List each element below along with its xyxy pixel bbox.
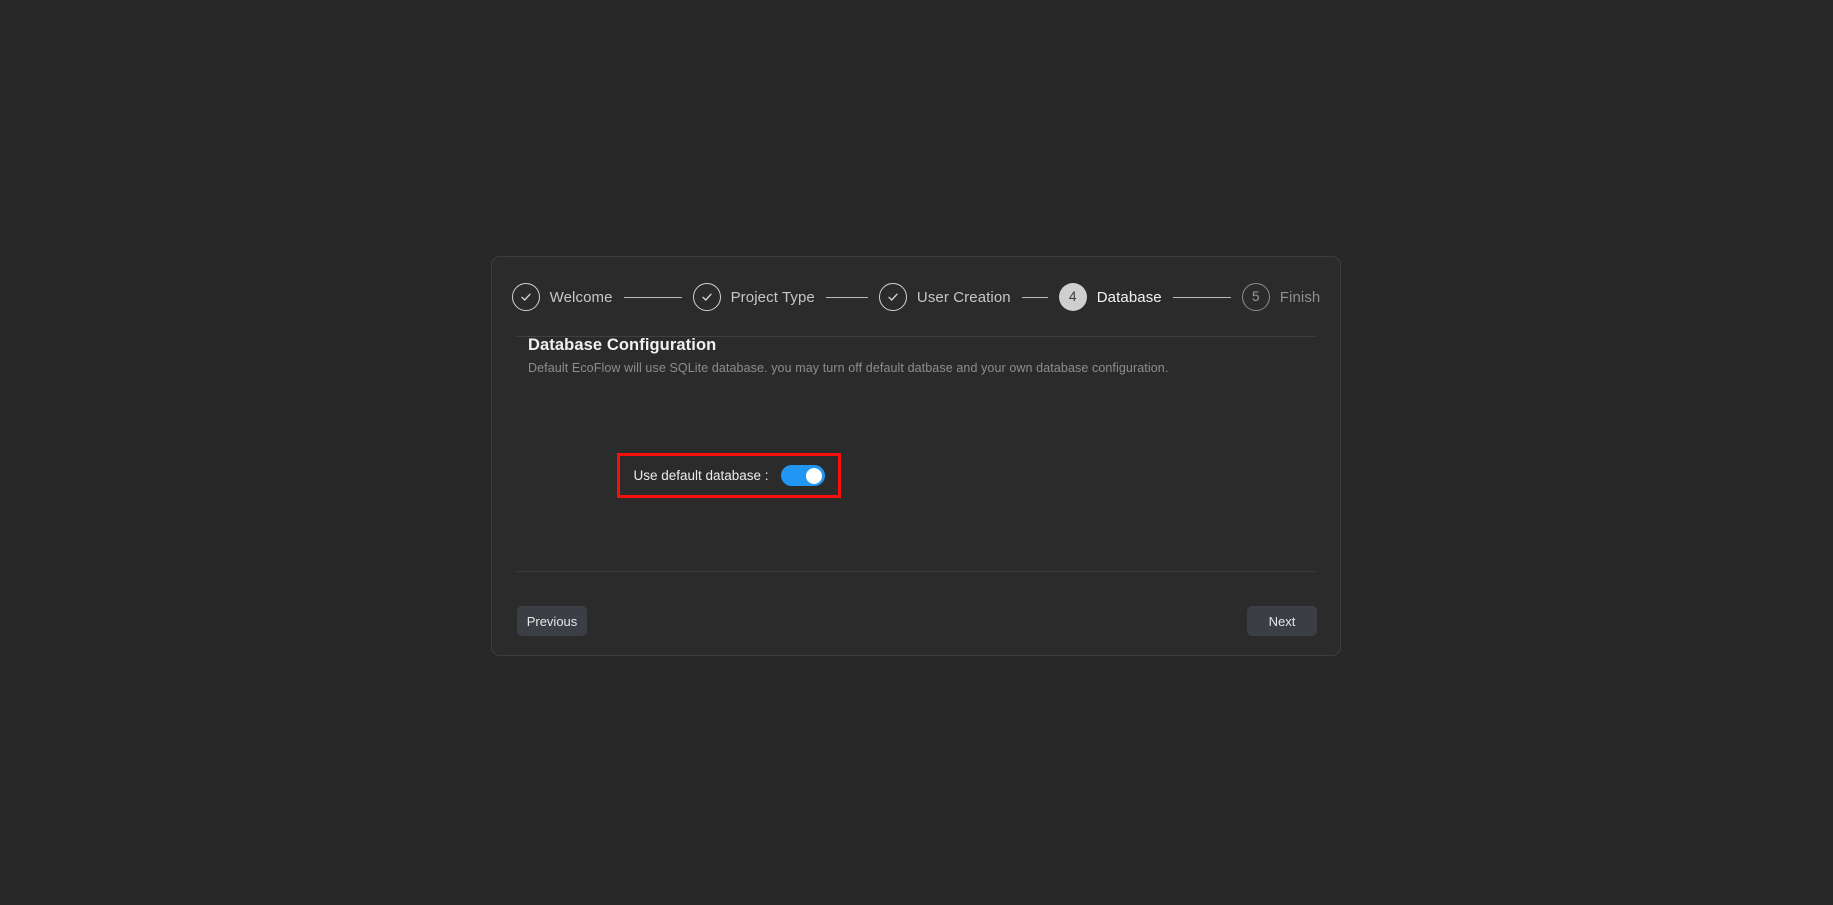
check-icon	[519, 290, 533, 304]
step-finish[interactable]: 5 Finish	[1241, 283, 1321, 311]
step-welcome-marker	[511, 283, 540, 311]
step-project-type-marker	[692, 283, 721, 311]
page-title: Database Configuration	[528, 336, 717, 354]
step-database-marker: 4	[1058, 283, 1087, 311]
previous-button[interactable]: Previous	[517, 606, 587, 636]
page-description: Default EcoFlow will use SQLite database…	[528, 361, 1169, 375]
step-connector-1	[623, 296, 682, 298]
setup-wizard-card: Welcome Project Type User Creation 4 Dat…	[491, 256, 1341, 656]
step-connector-3	[1021, 296, 1048, 298]
wizard-stepper: Welcome Project Type User Creation 4 Dat…	[492, 257, 1340, 337]
step-database-label: Database	[1096, 288, 1162, 306]
step-finish-label: Finish	[1279, 288, 1321, 306]
check-icon	[886, 290, 900, 304]
footer-divider	[517, 571, 1315, 572]
step-welcome[interactable]: Welcome	[511, 283, 613, 311]
step-user-creation[interactable]: User Creation	[878, 283, 1011, 311]
step-database[interactable]: 4 Database	[1058, 283, 1162, 311]
check-icon	[700, 290, 714, 304]
step-finish-marker: 5	[1241, 283, 1270, 311]
next-button[interactable]: Next	[1247, 606, 1317, 636]
step-user-creation-label: User Creation	[916, 288, 1011, 306]
step-database-number: 4	[1068, 289, 1077, 305]
step-connector-2	[825, 296, 868, 298]
step-user-creation-marker	[878, 283, 907, 311]
step-welcome-label: Welcome	[549, 288, 613, 306]
step-finish-number: 5	[1251, 289, 1260, 305]
step-project-type[interactable]: Project Type	[692, 283, 815, 311]
step-project-type-label: Project Type	[730, 288, 815, 306]
step-connector-4	[1172, 296, 1231, 298]
app-root: Welcome Project Type User Creation 4 Dat…	[0, 0, 1833, 905]
highlight-annotation-box	[617, 453, 841, 498]
